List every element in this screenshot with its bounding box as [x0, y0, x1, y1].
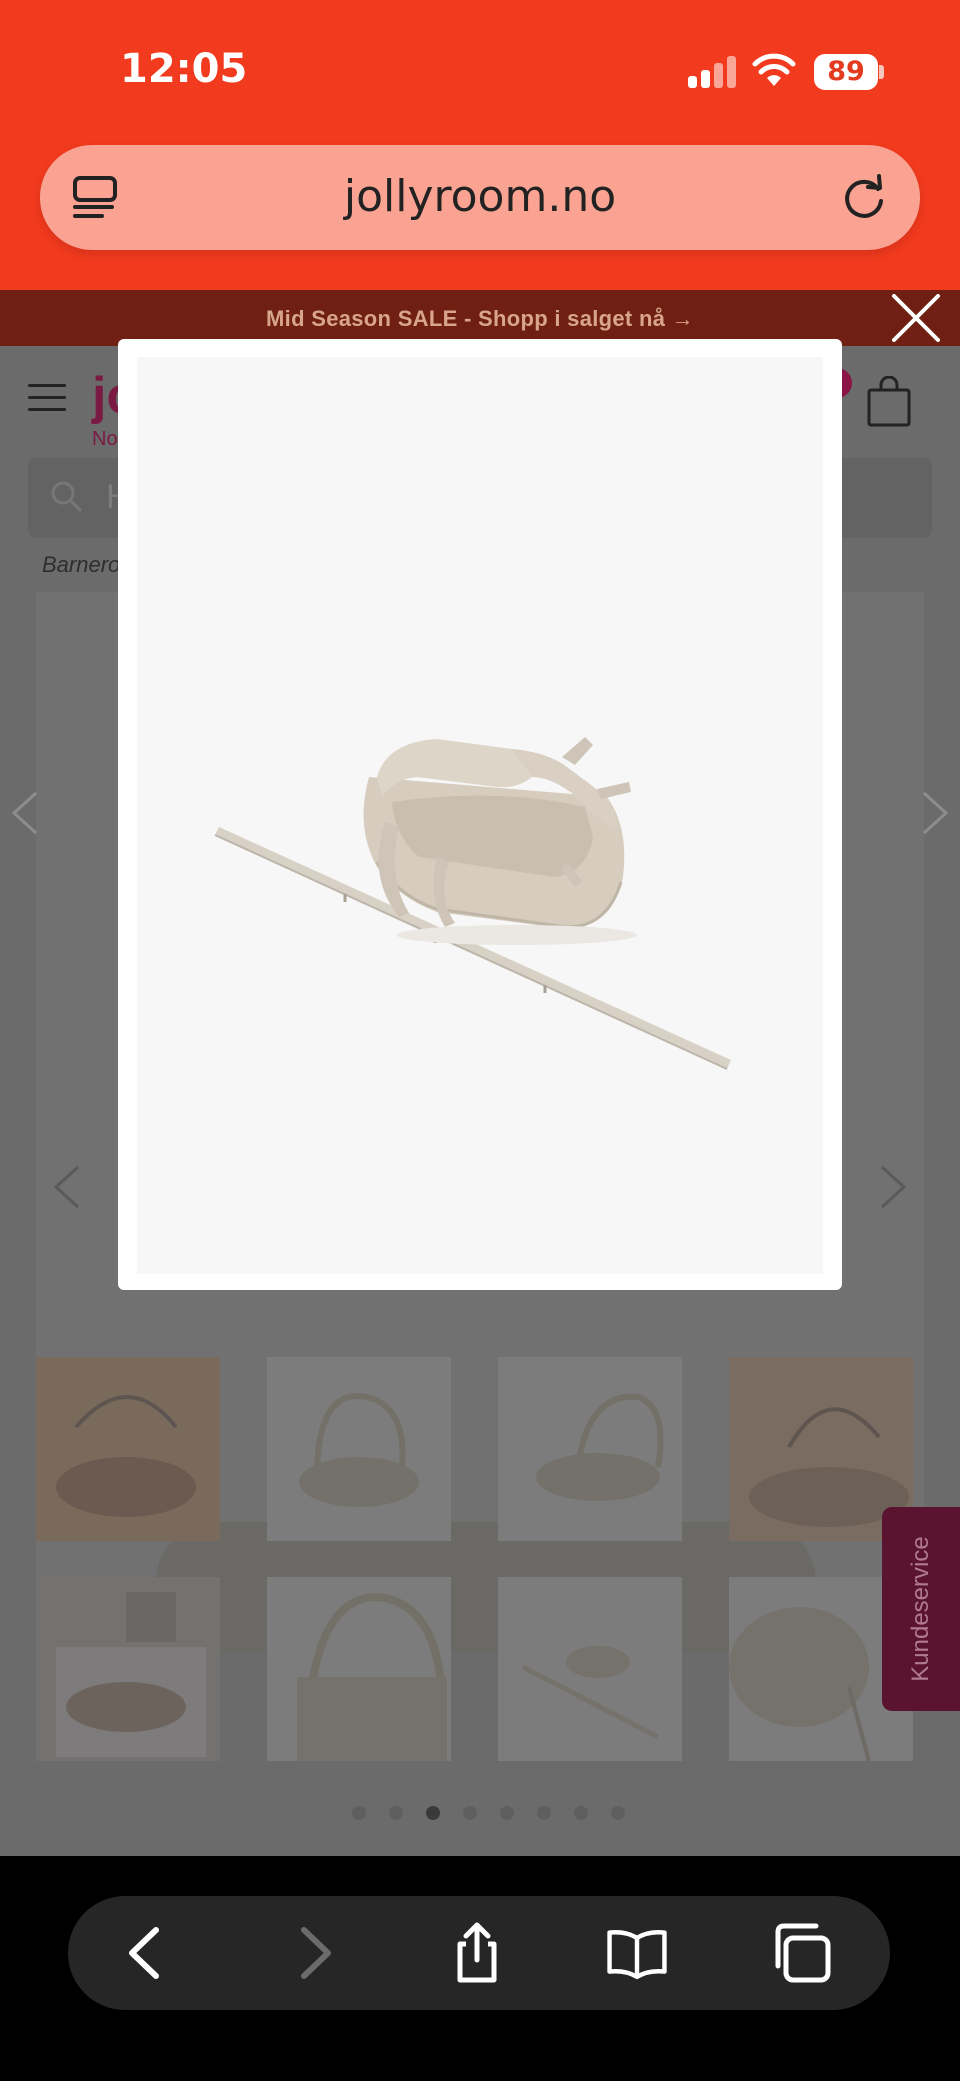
carousel-dot[interactable]	[500, 1806, 514, 1820]
image-lightbox	[118, 339, 842, 1290]
customer-service-label: Kundeservice	[907, 1536, 934, 1682]
promo-banner[interactable]: Mid Season SALE - Shopp i salget nå →	[0, 290, 960, 346]
thumbnail-7[interactable]	[498, 1577, 682, 1761]
breadcrumb[interactable]: Barnero	[42, 552, 120, 578]
back-icon[interactable]	[116, 1922, 178, 1984]
search-icon	[51, 481, 82, 512]
url-text[interactable]: jollyroom.no	[40, 171, 920, 222]
carousel-dot[interactable]	[611, 1806, 625, 1820]
chevron-right-icon[interactable]	[920, 790, 950, 836]
battery-icon: 89	[814, 54, 878, 90]
site-logo-sub: No	[92, 428, 118, 450]
forward-icon[interactable]	[282, 1922, 344, 1984]
toolbar-pill	[68, 1896, 890, 2010]
browser-bottom-toolbar	[0, 1856, 960, 2081]
thumbnail-2[interactable]	[267, 1357, 451, 1541]
lightbox-product-image[interactable]	[137, 357, 823, 1274]
share-icon[interactable]	[446, 1922, 508, 1984]
carousel-dot-active[interactable]	[426, 1806, 440, 1820]
carousel-dot[interactable]	[463, 1806, 477, 1820]
thumbnail-1[interactable]	[36, 1357, 220, 1541]
battery-nub	[879, 65, 884, 79]
browser-top-chrome: 12:05 89 jollyroom.no	[0, 0, 960, 290]
carousel-dot[interactable]	[574, 1806, 588, 1820]
carousel-dot[interactable]	[352, 1806, 366, 1820]
product-image-behind	[156, 1522, 816, 1652]
close-icon[interactable]	[888, 290, 944, 346]
carousel-dot[interactable]	[537, 1806, 551, 1820]
reload-icon[interactable]	[838, 171, 890, 223]
address-bar[interactable]: jollyroom.no	[40, 145, 920, 250]
signal-icon	[688, 56, 738, 88]
chevron-left-icon[interactable]	[10, 790, 40, 836]
gallery-prev-icon[interactable]	[52, 1164, 82, 1210]
thumbnail-3[interactable]	[498, 1357, 682, 1541]
menu-icon[interactable]	[28, 384, 66, 414]
thumbnail-5[interactable]	[36, 1577, 220, 1761]
bookmarks-icon[interactable]	[606, 1922, 668, 1984]
customer-service-tab[interactable]: Kundeservice	[882, 1507, 960, 1711]
shopping-bag-icon[interactable]	[866, 376, 912, 428]
battery-level: 89	[827, 56, 865, 87]
gallery-next-icon[interactable]	[878, 1164, 908, 1210]
carousel-dot[interactable]	[389, 1806, 403, 1820]
thumbnail-6[interactable]	[267, 1577, 451, 1761]
tabs-icon[interactable]	[770, 1922, 832, 1984]
wifi-icon	[752, 53, 796, 86]
status-time: 12:05	[120, 46, 248, 92]
